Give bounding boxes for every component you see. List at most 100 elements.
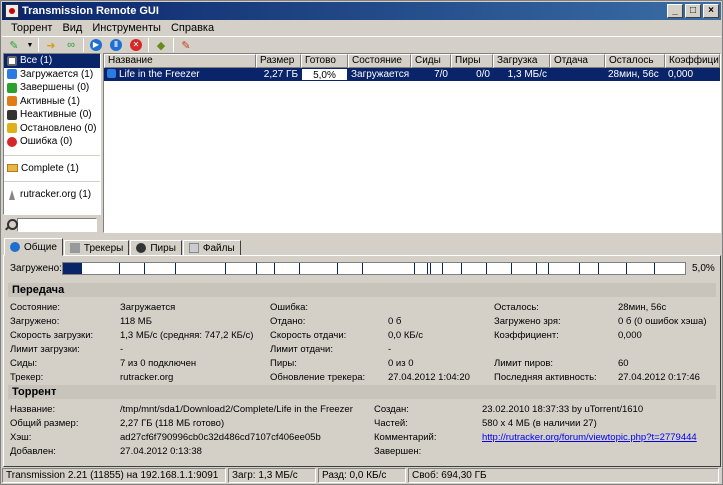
torrent-comment-link[interactable]: http://rutracker.org/forum/viewtopic.php… [482,432,697,443]
status-version: Transmission 2.21 (11855) на 192.168.1.1… [2,468,226,483]
transfer-trkupdate-value: 27.04.2012 1:04:20 [388,372,470,383]
transfer-peers-label: Пиры: [270,358,297,369]
menu-view[interactable]: Вид [57,22,87,34]
sidebar-divider [4,181,100,182]
settings-icon[interactable]: ✎ [178,38,194,52]
sidebar-item-label: Ошибка (0) [20,136,73,148]
search-input[interactable] [17,217,97,232]
downloading-icon [107,69,116,78]
properties-icon[interactable]: ◆ [153,38,169,52]
close-button[interactable]: × [703,4,719,18]
torrent-hash-label: Хэш: [10,432,32,443]
details-panel: Загружено: 5,0% Передача Состояние: Загр… [3,255,721,467]
folder-icon [7,164,18,173]
menu-help[interactable]: Справка [166,22,219,34]
transfer-uploaded-value: 0 б [388,316,402,327]
pieces-bar [62,262,686,275]
column-header-done[interactable]: Готово [301,54,348,68]
sidebar-item-downloading[interactable]: Загружается (1) [4,68,100,82]
sidebar-item-label: Завершены (0) [20,82,90,94]
column-header-upload[interactable]: Отдача [550,54,605,68]
piece-tick [461,263,462,274]
sidebar-item-label: Неактивные (0) [20,109,92,121]
app-window: Transmission Remote GUI _ □ × Торрент Ви… [0,0,723,485]
maximize-button[interactable]: □ [685,4,701,18]
tab-general[interactable]: Общие [4,238,63,256]
peers-icon [136,243,147,253]
files-icon [188,243,199,253]
transfer-tracker-label: Трекер: [10,372,44,383]
sidebar-item-all[interactable]: Все (1) [4,54,100,68]
sidebar-item-folder-complete[interactable]: Complete (1) [4,162,100,176]
column-header-name[interactable]: Название [104,54,256,68]
piece-tick [598,263,599,274]
column-header-seeds[interactable]: Сиды [411,54,451,68]
column-header-ratio[interactable]: Коэффицие [665,54,720,68]
sidebar-item-label: rutracker.org (1) [20,189,92,201]
transfer-peerlimit-value: 60 [618,358,629,369]
column-header-download[interactable]: Загрузка [493,54,550,68]
transfer-seeds-value: 7 из 0 подключен [120,358,197,369]
sidebar-item-label: Загружается (1) [20,68,94,80]
tab-files[interactable]: Файлы [182,240,241,256]
add-link-icon[interactable]: ∞ [63,38,79,52]
column-header-status[interactable]: Состояние [348,54,411,68]
torrent-created-value: 23.02.2010 18:37:33 by uTorrent/1610 [482,404,644,415]
sidebar-item-stopped[interactable]: Остановлено (0) [4,122,100,136]
piece-tick [225,263,226,274]
tab-label: Пиры [150,242,176,254]
transfer-ratio-label: Коэффициент: [494,330,559,341]
piece-tick [299,263,300,274]
remove-icon[interactable]: ✕ [128,38,144,52]
piece-tick [144,263,145,274]
piece-tick [414,263,415,274]
sidebar-item-label: Complete (1) [21,162,79,174]
app-icon [5,4,19,18]
start-icon[interactable]: ▶ [88,38,104,52]
sidebar-item-inactive[interactable]: Неактивные (0) [4,108,100,122]
transfer-seeds-label: Сиды: [10,358,38,369]
status-bar: Transmission 2.21 (11855) на 192.168.1.1… [2,468,721,483]
column-header-eta[interactable]: Осталось [605,54,665,68]
list-header: Название Размер Готово Состояние Сиды Пи… [104,54,720,68]
torrent-status: Загружается [351,69,410,80]
menu-torrent[interactable]: Торрент [6,22,57,34]
transfer-ulspeed-value: 0,0 КБ/с [388,330,424,341]
piece-tick [75,263,76,274]
transfer-state-label: Состояние: [10,302,61,313]
dropdown-arrow-icon[interactable]: ▼ [26,38,34,52]
piece-tick [119,263,120,274]
inactive-icon [7,109,17,120]
sidebar-item-active[interactable]: Активные (1) [4,95,100,109]
toolbar-separator [38,38,39,52]
filter-sidebar: Все (1) Загружается (1) Завершены (0) Ак… [3,53,101,215]
transfer-wasted-value: 0 б (0 ошибок хэша) [618,316,707,327]
piece-tick [442,263,443,274]
transfer-ullimit-value: - [388,344,392,355]
sidebar-item-completed[interactable]: Завершены (0) [4,81,100,95]
torrent-upload-speed [550,68,605,81]
add-torrent-icon[interactable]: ➜ [43,38,59,52]
column-header-size[interactable]: Размер [256,54,301,68]
piece-tick [337,263,338,274]
transfer-remaining-label: Осталось: [494,302,539,313]
connect-icon[interactable]: ✎ [6,38,22,52]
title-bar[interactable]: Transmission Remote GUI _ □ × [2,2,721,20]
table-row[interactable]: Life in the Freezer 2,27 ГБ 5,0% Загружа… [104,68,720,81]
tab-trackers[interactable]: Трекеры [63,240,130,256]
pause-icon[interactable]: ‖ [108,38,124,52]
tab-label: Файлы [202,242,235,254]
column-header-peers[interactable]: Пиры [451,54,493,68]
status-free-space: Своб: 694,30 ГБ [408,468,719,483]
all-icon [7,55,17,66]
torrent-added-value: 27.04.2012 0:13:38 [120,446,202,457]
toolbar-separator [173,38,174,52]
torrent-completed-label: Завершен: [374,446,422,457]
toolbar-separator [148,38,149,52]
tab-peers[interactable]: Пиры [130,240,182,256]
menu-tools[interactable]: Инструменты [87,22,166,34]
sidebar-item-tracker[interactable]: rutracker.org (1) [4,188,100,202]
minimize-button[interactable]: _ [667,4,683,18]
error-icon [7,136,17,147]
sidebar-item-error[interactable]: Ошибка (0) [4,135,100,149]
